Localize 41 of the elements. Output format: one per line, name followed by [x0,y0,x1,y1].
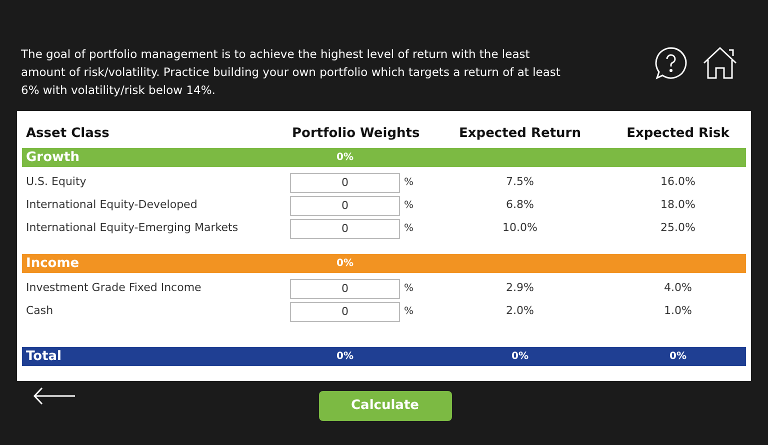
group-weight-total: 0% [336,151,354,166]
column-header: Asset Class [25,125,110,144]
expected-risk: 18.0% [660,197,696,214]
intro-text: The goal of portfolio management is to achieve the highest level of return with the least amount of risk/volatility. Practice building your own portfolio which targets a return of at least 6% with volatility/risk below 14%. [21,46,561,99]
expected-return: 7.5% [505,174,535,190]
total-label: Total [25,348,63,366]
weight-input-field[interactable]: 0 [290,278,400,298]
percent-unit: % [403,222,415,236]
expected-return: 10.0% [502,220,538,236]
percent-unit: % [403,282,415,296]
weight-input-field[interactable]: 0 [290,172,400,192]
expected-return: 6.8% [505,197,535,214]
help-icon[interactable] [654,46,688,80]
asset-name: International Equity-Developed [25,197,198,214]
asset-name: Cash [25,303,54,320]
total-weight: 0% [336,350,354,364]
asset-name: Investment Grade Fixed Income [25,280,202,296]
expected-risk: 1.0% [663,303,693,320]
total-return: 0% [510,350,530,364]
expected-risk: 4.0% [663,280,693,296]
weight-input-field[interactable]: 0 [290,196,400,216]
home-icon[interactable] [702,46,738,80]
column-header: Portfolio Weights [291,125,421,144]
expected-risk: 25.0% [660,220,696,236]
total-risk: 0% [668,350,688,364]
group-name: Growth [25,149,80,167]
percent-unit: % [403,305,415,319]
back-arrow-icon[interactable] [33,387,76,405]
expected-risk: 16.0% [660,174,696,190]
percent-unit: % [403,176,415,190]
asset-name: U.S. Equity [25,174,88,190]
group-name: Income [25,255,80,273]
expected-return: 2.9% [505,280,535,296]
asset-name: International Equity-Emerging Markets [25,220,240,236]
weight-input-field[interactable]: 0 [290,302,400,322]
expected-return: 2.0% [505,303,535,320]
weight-input-field[interactable]: 0 [290,218,400,238]
group-weight-total: 0% [336,257,354,272]
percent-unit: % [403,199,415,213]
column-header: Expected Return [458,125,582,144]
column-header: Expected Risk [626,125,730,144]
